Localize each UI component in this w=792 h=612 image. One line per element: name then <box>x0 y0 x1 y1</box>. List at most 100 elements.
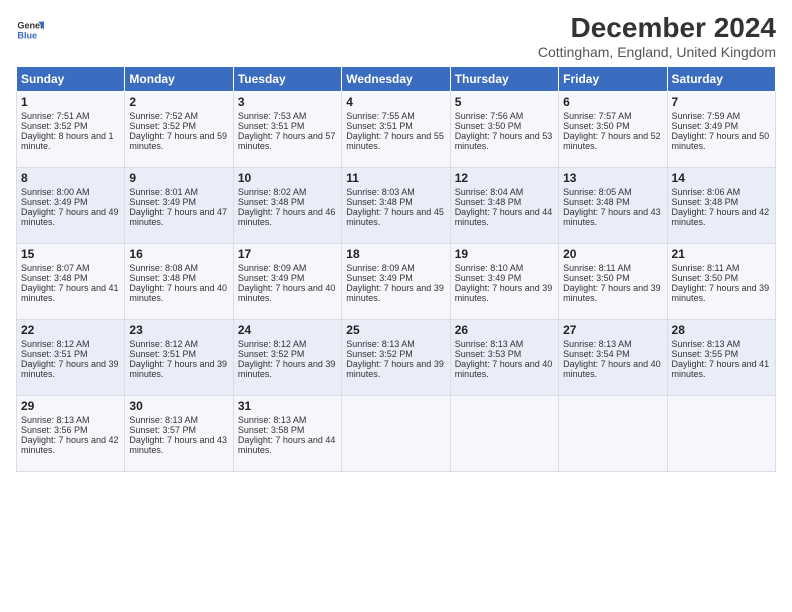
sunrise: Sunrise: 8:03 AM <box>346 187 415 197</box>
day-number: 8 <box>21 171 120 185</box>
sunset: Sunset: 3:51 PM <box>129 349 196 359</box>
calendar-cell: 6Sunrise: 7:57 AMSunset: 3:50 PMDaylight… <box>559 92 667 168</box>
page-container: General Blue December 2024 Cottingham, E… <box>0 0 792 480</box>
logo: General Blue <box>16 16 48 44</box>
sunrise: Sunrise: 8:04 AM <box>455 187 524 197</box>
sunrise: Sunrise: 7:55 AM <box>346 111 415 121</box>
sunset: Sunset: 3:50 PM <box>672 273 739 283</box>
calendar-header-row: SundayMondayTuesdayWednesdayThursdayFrid… <box>17 67 776 92</box>
calendar-table: SundayMondayTuesdayWednesdayThursdayFrid… <box>16 66 776 472</box>
calendar-cell: 15Sunrise: 8:07 AMSunset: 3:48 PMDayligh… <box>17 244 125 320</box>
calendar-cell: 25Sunrise: 8:13 AMSunset: 3:52 PMDayligh… <box>342 320 450 396</box>
daylight: Daylight: 7 hours and 41 minutes. <box>21 283 119 303</box>
calendar-cell <box>450 396 558 472</box>
col-header-saturday: Saturday <box>667 67 775 92</box>
sunrise: Sunrise: 7:52 AM <box>129 111 198 121</box>
sunset: Sunset: 3:57 PM <box>129 425 196 435</box>
calendar-cell: 20Sunrise: 8:11 AMSunset: 3:50 PMDayligh… <box>559 244 667 320</box>
daylight: Daylight: 7 hours and 50 minutes. <box>672 131 770 151</box>
month-title: December 2024 <box>538 12 776 44</box>
calendar-cell: 17Sunrise: 8:09 AMSunset: 3:49 PMDayligh… <box>233 244 341 320</box>
calendar-cell: 31Sunrise: 8:13 AMSunset: 3:58 PMDayligh… <box>233 396 341 472</box>
sunrise: Sunrise: 8:13 AM <box>238 415 307 425</box>
day-number: 13 <box>563 171 662 185</box>
sunset: Sunset: 3:52 PM <box>346 349 413 359</box>
calendar-cell: 13Sunrise: 8:05 AMSunset: 3:48 PMDayligh… <box>559 168 667 244</box>
sunset: Sunset: 3:49 PM <box>238 273 305 283</box>
calendar-cell: 2 Sunrise: 7:52 AMSunset: 3:52 PMDaylight… <box>125 92 233 168</box>
calendar-cell: 24Sunrise: 8:12 AMSunset: 3:52 PMDayligh… <box>233 320 341 396</box>
col-header-sunday: Sunday <box>17 67 125 92</box>
day-number: 18 <box>346 247 445 261</box>
calendar-cell: 14Sunrise: 8:06 AMSunset: 3:48 PMDayligh… <box>667 168 775 244</box>
day-number: 20 <box>563 247 662 261</box>
sunrise: Sunrise: 8:02 AM <box>238 187 307 197</box>
calendar-week-5: 29Sunrise: 8:13 AMSunset: 3:56 PMDayligh… <box>17 396 776 472</box>
day-number: 1 <box>21 95 120 109</box>
sunset: Sunset: 3:51 PM <box>21 349 88 359</box>
calendar-cell: 30Sunrise: 8:13 AMSunset: 3:57 PMDayligh… <box>125 396 233 472</box>
daylight: Daylight: 7 hours and 49 minutes. <box>21 207 119 227</box>
sunset: Sunset: 3:49 PM <box>455 273 522 283</box>
sunset: Sunset: 3:50 PM <box>563 121 630 131</box>
daylight: Daylight: 7 hours and 59 minutes. <box>129 131 227 151</box>
sunset: Sunset: 3:50 PM <box>563 273 630 283</box>
day-number: 25 <box>346 323 445 337</box>
daylight: Daylight: 7 hours and 40 minutes. <box>455 359 553 379</box>
day-number: 31 <box>238 399 337 413</box>
calendar-cell: 22Sunrise: 8:12 AMSunset: 3:51 PMDayligh… <box>17 320 125 396</box>
sunset: Sunset: 3:48 PM <box>455 197 522 207</box>
day-number: 4 <box>346 95 445 109</box>
sunset: Sunset: 3:52 PM <box>238 349 305 359</box>
sunset: Sunset: 3:52 PM <box>129 121 196 131</box>
sunrise: Sunrise: 7:57 AM <box>563 111 632 121</box>
sunrise: Sunrise: 8:12 AM <box>129 339 198 349</box>
calendar-cell: 7Sunrise: 7:59 AMSunset: 3:49 PMDaylight… <box>667 92 775 168</box>
sunrise: Sunrise: 8:01 AM <box>129 187 198 197</box>
sunrise: Sunrise: 8:07 AM <box>21 263 90 273</box>
calendar-cell <box>559 396 667 472</box>
sunrise: Sunrise: 8:13 AM <box>346 339 415 349</box>
sunset: Sunset: 3:56 PM <box>21 425 88 435</box>
sunset: Sunset: 3:48 PM <box>563 197 630 207</box>
sunset: Sunset: 3:55 PM <box>672 349 739 359</box>
col-header-wednesday: Wednesday <box>342 67 450 92</box>
daylight: Daylight: 7 hours and 53 minutes. <box>455 131 553 151</box>
calendar-cell <box>667 396 775 472</box>
calendar-cell: 10Sunrise: 8:02 AMSunset: 3:48 PMDayligh… <box>233 168 341 244</box>
day-number: 3 <box>238 95 337 109</box>
day-number: 29 <box>21 399 120 413</box>
sunrise: Sunrise: 7:59 AM <box>672 111 741 121</box>
day-number: 2 <box>129 95 228 109</box>
calendar-week-1: 1Sunrise: 7:51 AMSunset: 3:52 PMDaylight… <box>17 92 776 168</box>
sunset: Sunset: 3:54 PM <box>563 349 630 359</box>
daylight: Daylight: 7 hours and 39 minutes. <box>672 283 770 303</box>
day-number: 5 <box>455 95 554 109</box>
sunrise: Sunrise: 8:13 AM <box>563 339 632 349</box>
sunset: Sunset: 3:58 PM <box>238 425 305 435</box>
sunrise: Sunrise: 8:11 AM <box>563 263 631 273</box>
calendar-cell: 19Sunrise: 8:10 AMSunset: 3:49 PMDayligh… <box>450 244 558 320</box>
daylight: Daylight: 7 hours and 42 minutes. <box>21 435 119 455</box>
day-number: 27 <box>563 323 662 337</box>
day-number: 24 <box>238 323 337 337</box>
col-header-monday: Monday <box>125 67 233 92</box>
calendar-cell: 8Sunrise: 8:00 AMSunset: 3:49 PMDaylight… <box>17 168 125 244</box>
calendar-cell: 21Sunrise: 8:11 AMSunset: 3:50 PMDayligh… <box>667 244 775 320</box>
calendar-cell: 28Sunrise: 8:13 AMSunset: 3:55 PMDayligh… <box>667 320 775 396</box>
sunrise: Sunrise: 8:09 AM <box>238 263 307 273</box>
calendar-cell: 1Sunrise: 7:51 AMSunset: 3:52 PMDaylight… <box>17 92 125 168</box>
sunrise: Sunrise: 8:13 AM <box>455 339 524 349</box>
day-number: 16 <box>129 247 228 261</box>
daylight: Daylight: 7 hours and 43 minutes. <box>129 435 227 455</box>
col-header-tuesday: Tuesday <box>233 67 341 92</box>
day-number: 10 <box>238 171 337 185</box>
day-number: 9 <box>129 171 228 185</box>
daylight: Daylight: 7 hours and 40 minutes. <box>238 283 336 303</box>
daylight: Daylight: 7 hours and 41 minutes. <box>672 359 770 379</box>
daylight: Daylight: 7 hours and 39 minutes. <box>129 359 227 379</box>
calendar-week-3: 15Sunrise: 8:07 AMSunset: 3:48 PMDayligh… <box>17 244 776 320</box>
header: General Blue December 2024 Cottingham, E… <box>16 12 776 60</box>
sunset: Sunset: 3:52 PM <box>21 121 88 131</box>
sunset: Sunset: 3:48 PM <box>672 197 739 207</box>
